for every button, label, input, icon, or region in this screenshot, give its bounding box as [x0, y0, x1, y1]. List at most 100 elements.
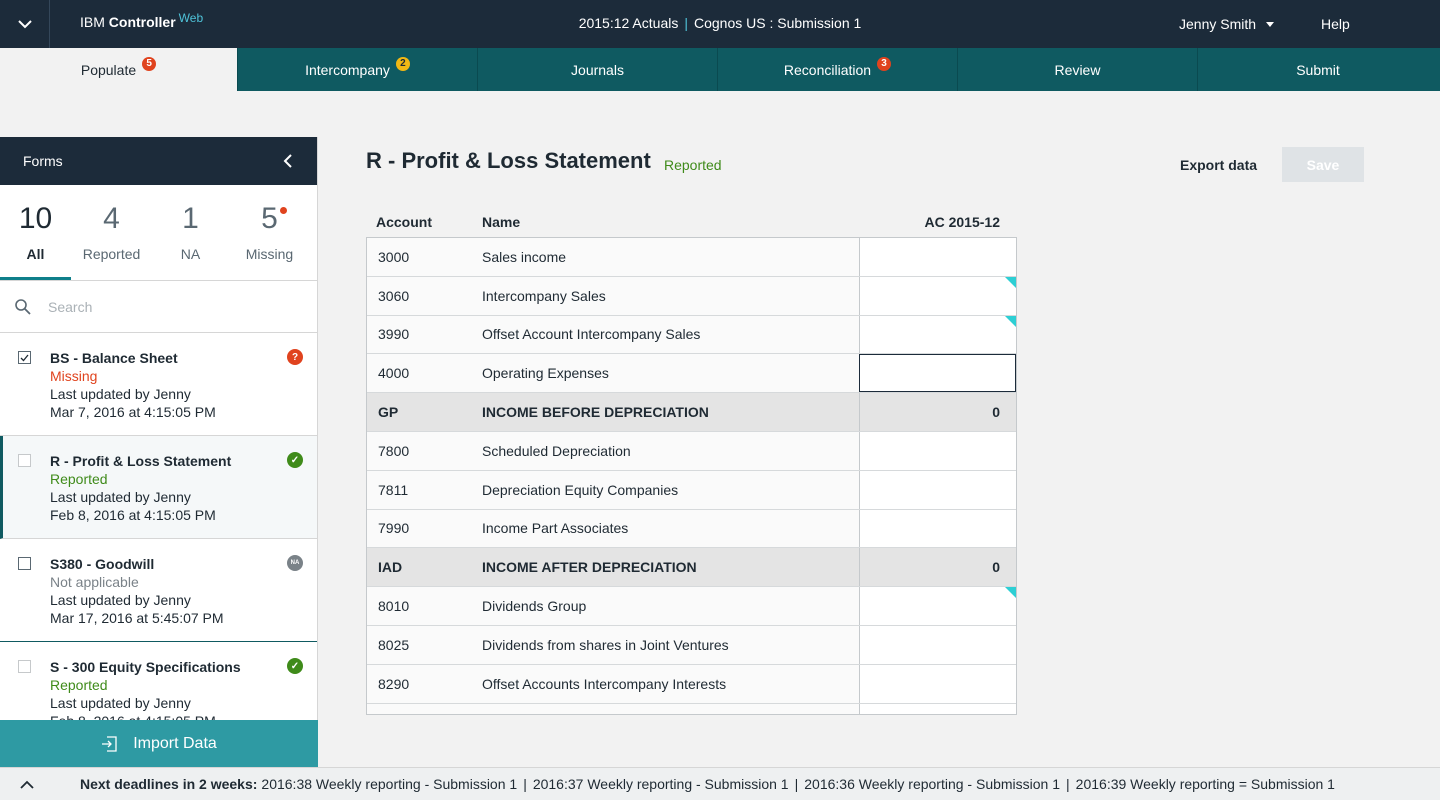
account-cell: 7990 — [378, 520, 410, 537]
deadline-item[interactable]: 2016:39 Weekly reporting = Submission 1 — [1076, 776, 1335, 792]
value-cell[interactable] — [859, 238, 1016, 276]
tab-label: Populate — [80, 61, 137, 78]
name-cell: Dividends Group — [482, 598, 587, 615]
caret-down-icon — [1266, 21, 1275, 27]
user-menu[interactable]: Jenny Smith — [1179, 16, 1275, 32]
form-checkbox[interactable] — [18, 351, 31, 364]
value-cell[interactable] — [859, 315, 1016, 354]
search-input[interactable] — [48, 298, 288, 315]
name-cell: Offset Accounts Intercompany Interests — [482, 675, 727, 692]
value-cell[interactable] — [859, 664, 1016, 703]
tab-badge: 3 — [877, 56, 892, 71]
tab-reconciliation[interactable]: Reconciliation 3 — [718, 48, 958, 91]
account-cell: 3060 — [378, 287, 410, 304]
page-title: R - Profit & Loss Statement — [366, 148, 651, 173]
form-title: BS - Balance Sheet — [50, 350, 178, 366]
filter-missing[interactable]: 5 Missing — [230, 185, 309, 280]
table-row: 8025 Dividends from shares in Joint Vent… — [367, 625, 1016, 665]
brand-prefix: IBM — [80, 14, 105, 30]
help-link[interactable]: Help — [1321, 16, 1350, 32]
form-title: S380 - Goodwill — [50, 556, 155, 572]
deadline-item[interactable]: 2016:37 Weekly reporting - Submission 1 — [533, 776, 789, 792]
tab-label: Submit — [1296, 61, 1340, 78]
sidebar-header: Forms — [0, 137, 317, 185]
value-cell[interactable] — [859, 470, 1016, 509]
status-filters: 10 All 4 Reported 1 NA 5 Missing — [0, 185, 317, 281]
name-cell — [482, 704, 859, 714]
top-bar: IBM Controller Web 2015:12 Actuals | Cognos… — [0, 0, 1440, 48]
tab-populate[interactable]: Populate 5 — [0, 48, 238, 91]
collapse-sidebar-button[interactable] — [279, 153, 295, 169]
deadline-item[interactable]: 2016:38 Weekly reporting - Submission 1 — [261, 776, 517, 792]
account-cell: IAD — [378, 559, 403, 576]
value-cell[interactable] — [859, 509, 1016, 548]
filter-count: 5 — [261, 202, 278, 235]
page-status-label: Reported — [664, 157, 722, 173]
form-updated-at: Feb 8, 2016 at 4:15:05 PM — [50, 507, 216, 523]
filter-count: 1 — [182, 202, 199, 235]
app-menu-button[interactable] — [0, 0, 50, 48]
expand-footer-button[interactable] — [0, 768, 54, 800]
brand-suffix: Web — [178, 11, 204, 25]
tab-intercompany[interactable]: Intercompany 2 — [238, 48, 478, 91]
filter-count: 10 — [18, 202, 53, 235]
table-row: 7990 Income Part Associates — [367, 509, 1016, 549]
tab-label: Reconciliation — [783, 61, 872, 78]
tab-label: Review — [1054, 61, 1101, 78]
table-row: 8010 Dividends Group — [367, 587, 1016, 626]
name-cell: INCOME AFTER DEPRECIATION — [482, 559, 697, 576]
form-checkbox[interactable] — [18, 557, 31, 570]
name-cell: Intercompany Sales — [482, 287, 606, 304]
value-cell[interactable] — [859, 703, 1016, 714]
name-cell: INCOME BEFORE DEPRECIATION — [482, 404, 709, 421]
form-checkbox[interactable] — [18, 454, 31, 467]
account-cell: 8290 — [378, 675, 410, 692]
name-cell: Offset Account Intercompany Sales — [482, 326, 701, 343]
value-cell[interactable] — [859, 276, 1016, 315]
sidebar-title: Forms — [23, 153, 63, 169]
deadlines-label: Next deadlines in 2 weeks: — [80, 776, 258, 792]
import-icon — [102, 735, 117, 752]
table-row: 4000 Operating Expenses — [367, 354, 1016, 394]
column-header-value: AC 2015-12 — [924, 213, 1001, 230]
form-title: S - 300 Equity Specifications — [50, 659, 241, 675]
save-button[interactable]: Save — [1282, 147, 1364, 182]
value-cell[interactable] — [859, 431, 1016, 470]
missing-indicator-dot — [280, 207, 287, 214]
tab-journals[interactable]: Journals — [478, 48, 718, 91]
value-cell[interactable] — [859, 587, 1016, 625]
filter-na[interactable]: 1 NA — [151, 185, 230, 280]
table-row: 8290 Offset Accounts Intercompany Intere… — [367, 664, 1016, 704]
form-updated-by: Last updated by Jenny — [50, 386, 191, 402]
comment-flag-icon — [1005, 315, 1016, 327]
export-data-button[interactable]: Export data — [1180, 157, 1257, 173]
import-data-button[interactable]: Import Data — [0, 720, 318, 767]
tab-label: Intercompany — [305, 61, 390, 78]
deadline-separator: | — [1066, 776, 1070, 792]
name-cell: Scheduled Depreciation — [482, 442, 631, 459]
form-status: Reported — [50, 471, 108, 487]
data-grid: Account Name AC 2015-12 3000 Sales incom… — [366, 206, 1017, 715]
form-list-item[interactable]: BS - Balance Sheet Missing Last updated … — [0, 333, 317, 436]
filter-reported[interactable]: 4 Reported — [72, 185, 151, 280]
name-cell: Sales income — [482, 248, 567, 265]
form-list-item[interactable]: S380 - Goodwill Not applicable Last upda… — [0, 539, 317, 642]
form-status: Not applicable — [50, 574, 139, 590]
name-cell: Operating Expenses — [482, 365, 609, 382]
workflow-tabs: Populate 5 Intercompany 2 Journals Recon… — [0, 48, 1440, 91]
filter-all[interactable]: 10 All — [0, 185, 71, 280]
filter-label: Reported — [82, 246, 141, 262]
form-list-item[interactable]: R - Profit & Loss Statement Reported Las… — [0, 436, 317, 539]
filter-count: 4 — [103, 202, 120, 235]
column-header-name: Name — [482, 213, 521, 230]
form-checkbox[interactable] — [18, 660, 31, 673]
tab-submit[interactable]: Submit — [1198, 48, 1438, 91]
tab-review[interactable]: Review — [958, 48, 1198, 91]
deadline-item[interactable]: 2016:36 Weekly reporting - Submission 1 — [804, 776, 1060, 792]
value-cell[interactable] — [859, 625, 1016, 664]
filter-label: All — [26, 246, 45, 262]
tab-label: Journals — [571, 61, 624, 78]
name-cell: Income Part Associates — [482, 520, 629, 537]
table-row: 7811 Depreciation Equity Companies — [367, 470, 1016, 510]
value-cell-focused[interactable] — [859, 354, 1016, 393]
